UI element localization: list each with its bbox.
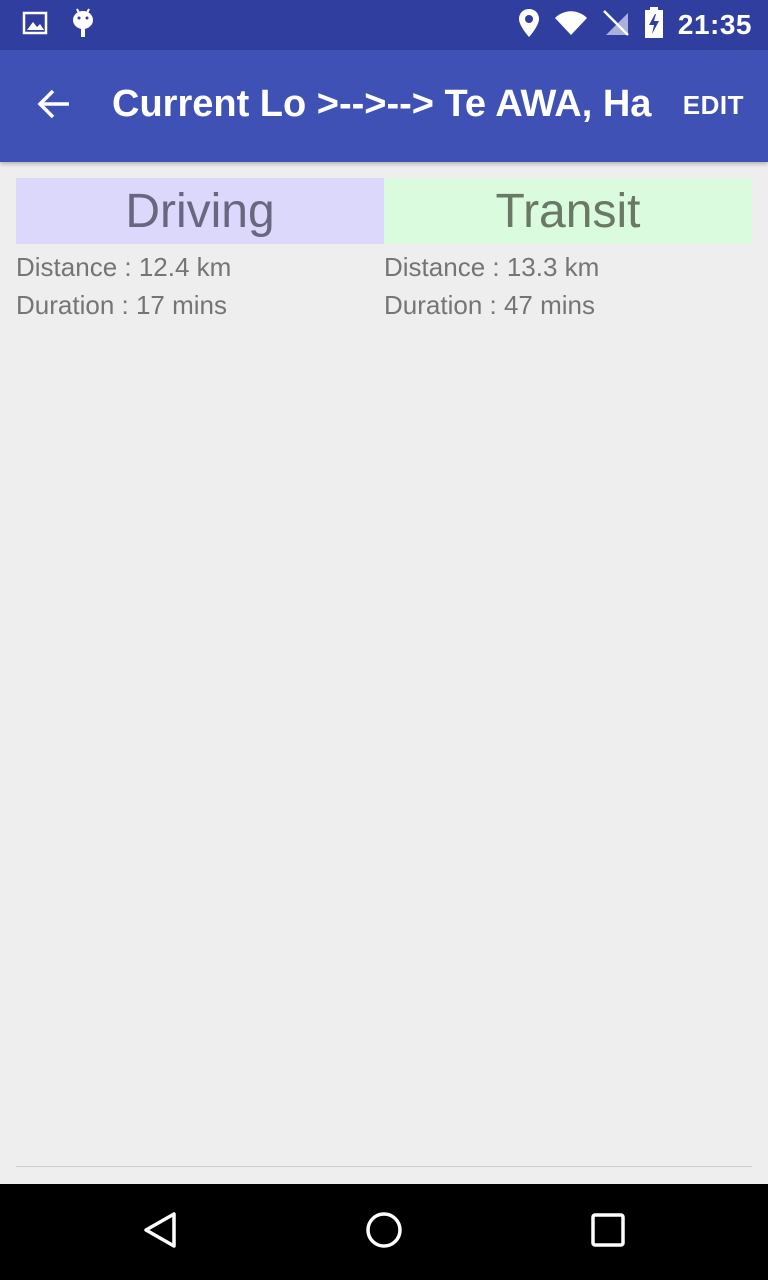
no-sim-icon [602, 9, 630, 42]
nav-recents-icon [588, 1210, 628, 1255]
android-debug-icon [70, 7, 96, 44]
image-icon [22, 10, 48, 41]
driving-mode-header: Driving [16, 178, 384, 244]
status-bar: 21:35 [0, 0, 768, 50]
travel-mode-header: Driving Transit [16, 178, 752, 244]
bottom-divider [16, 1166, 752, 1167]
nav-home-icon [364, 1210, 404, 1255]
wifi-icon [554, 10, 588, 41]
nav-back-icon [140, 1210, 180, 1255]
navigation-bar [0, 1184, 768, 1280]
page-title: Current Lo >-->--> Te AWA, Ha [112, 83, 652, 125]
status-time: 21:35 [677, 9, 752, 40]
transit-distance: Distance : 13.3 km [384, 252, 600, 282]
arrow-back-icon [37, 89, 71, 124]
status-left-icons [22, 7, 96, 44]
driving-duration: Duration : 17 mins [16, 290, 227, 320]
status-right-icons: 21:35 [518, 6, 752, 44]
driving-distance: Distance : 12.4 km [16, 252, 232, 282]
transit-duration: Duration : 47 mins [384, 290, 595, 320]
driving-info: Distance : 12.4 km Duration : 17 mins [16, 248, 384, 324]
nav-home-button[interactable] [360, 1208, 408, 1256]
transit-mode-header: Transit [384, 178, 752, 244]
nav-back-button[interactable] [136, 1208, 184, 1256]
edit-button[interactable]: EDIT [683, 90, 744, 121]
battery-charging-icon [644, 6, 664, 44]
transit-info: Distance : 13.3 km Duration : 47 mins [384, 248, 752, 324]
location-icon [518, 8, 540, 43]
nav-recents-button[interactable] [584, 1208, 632, 1256]
app-bar: Current Lo >-->--> Te AWA, Ha EDIT [0, 50, 768, 162]
back-button[interactable] [26, 78, 82, 134]
